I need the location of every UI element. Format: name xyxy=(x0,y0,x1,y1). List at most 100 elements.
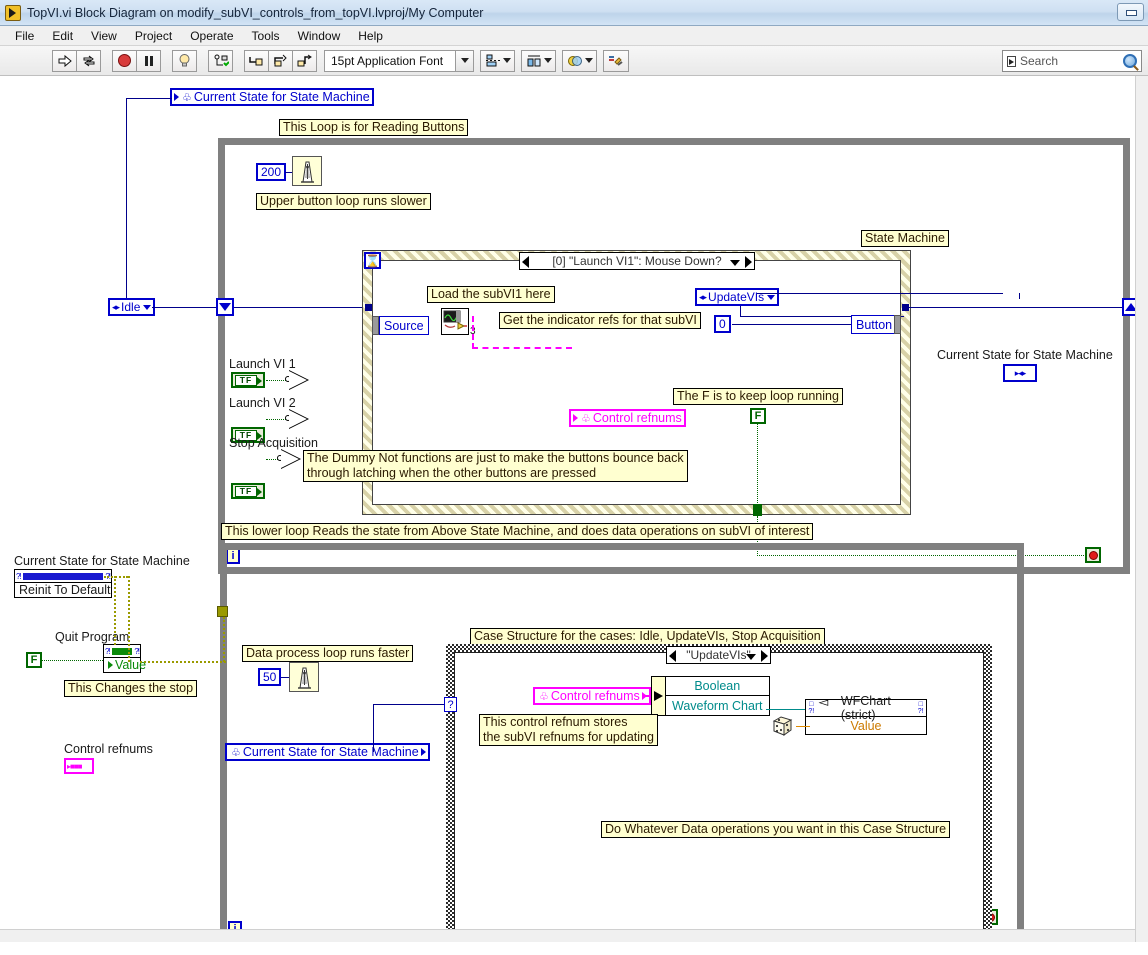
chevron-down-icon xyxy=(543,58,552,63)
pause-button[interactable] xyxy=(136,49,161,72)
distribute-objects-button[interactable] xyxy=(521,49,556,72)
boolean-constant-false-top[interactable]: F xyxy=(750,408,766,424)
open-vi-reference-subvi-icon[interactable] xyxy=(441,308,469,335)
menu-view[interactable]: View xyxy=(82,27,126,45)
horizontal-scrollbar[interactable] xyxy=(0,929,1135,942)
menu-help[interactable]: Help xyxy=(349,27,392,45)
control-refnum-terminal-icon: ▸■■■ xyxy=(67,761,82,771)
property-node-refnum-icon: ?! xyxy=(16,571,22,581)
restore-window-button[interactable] xyxy=(1117,3,1144,21)
highlight-execution-button[interactable] xyxy=(172,49,197,72)
menu-tools[interactable]: Tools xyxy=(243,27,289,45)
search-input-text[interactable]: Search xyxy=(1020,54,1123,68)
unbundle-by-name[interactable]: Boolean Waveform Chart xyxy=(651,676,770,716)
wait-constant-lower[interactable]: 50 xyxy=(258,668,282,686)
home-glyph-icon: ♧ xyxy=(182,91,192,104)
menu-edit[interactable]: Edit xyxy=(43,27,82,45)
tunnel-lower-loop-left xyxy=(217,606,228,617)
menu-file[interactable]: File xyxy=(6,27,43,45)
shared-variable-current-state-lower[interactable]: ♧ Current State for State Machine xyxy=(225,743,430,761)
wait-constant-top[interactable]: 200 xyxy=(256,163,287,181)
enum-indicator-icon: ▸◂▸ xyxy=(1014,367,1027,378)
enum-arrows-icon: ◂▸ xyxy=(112,301,120,312)
wfchart-link-icon: ◅— xyxy=(818,694,832,723)
search-scope-icon xyxy=(1007,55,1016,67)
run-continuously-button[interactable] xyxy=(76,49,101,72)
clean-up-diagram-button[interactable] xyxy=(603,49,629,72)
wire-random-to-value xyxy=(796,726,810,727)
step-out-button[interactable] xyxy=(292,49,317,72)
numeric-constant-zero[interactable]: 0 xyxy=(714,315,731,333)
property-node-wfchart[interactable]: □?! ◅— WFChart (strict) □?! Value xyxy=(805,694,927,735)
chevron-down-icon[interactable] xyxy=(730,260,740,266)
property-node-quit-program-value[interactable]: ?! ?! Value xyxy=(103,644,146,673)
label-current-state-right: Current State for State Machine xyxy=(937,348,1113,362)
reorder-objects-button[interactable] xyxy=(562,49,597,72)
property-node-refnum-icon: ?! xyxy=(134,646,140,656)
font-selector[interactable]: 15pt Application Font xyxy=(324,49,474,72)
next-case-arrow-icon[interactable] xyxy=(745,256,752,268)
event-terminal-bar-source xyxy=(372,316,379,335)
wire-false-to-tunnel-v xyxy=(757,424,758,505)
block-diagram-canvas[interactable]: ♧ Current State for State Machine This L… xyxy=(0,76,1148,942)
step-into-button[interactable] xyxy=(244,49,269,72)
enum-constant-updatevis[interactable]: ◂▸ UpdateVIs xyxy=(695,288,780,306)
loop-stop-terminal-top[interactable] xyxy=(1085,547,1101,563)
search-icon[interactable] xyxy=(1123,54,1137,68)
menu-project[interactable]: Project xyxy=(126,27,181,45)
property-node-reinit-to-default[interactable]: ?! ?! Reinit To Default xyxy=(14,569,112,598)
align-objects-button[interactable] xyxy=(480,49,515,72)
property-node-bar xyxy=(22,572,104,580)
run-button[interactable] xyxy=(52,49,77,72)
not-gate-launch-vi1[interactable] xyxy=(285,370,313,390)
enum-constant-idle[interactable]: ◂▸ Idle xyxy=(108,298,156,316)
wire-zero-to-button xyxy=(732,324,851,325)
wire-olive-branch-v xyxy=(128,576,130,662)
local-variable-current-state-top[interactable]: ♧ Current State for State Machine xyxy=(170,88,374,106)
previous-case-arrow-icon[interactable] xyxy=(669,650,676,662)
comment-get-indicator-refs: Get the indicator refs for that subVI xyxy=(499,312,701,329)
event-timeout-terminal[interactable]: ⌛ xyxy=(364,252,381,269)
boolean-constant-false-lower[interactable]: F xyxy=(26,652,42,668)
shared-variable-control-refnums-top[interactable]: ♧ Control refnums xyxy=(569,409,686,427)
indicator-current-state-right[interactable]: ▸◂▸ xyxy=(1003,364,1037,382)
label-stop-acquisition: Stop Acquisition xyxy=(229,436,318,450)
enum-arrows-icon: ◂▸ xyxy=(699,291,707,302)
vertical-scrollbar[interactable] xyxy=(1135,76,1148,942)
shift-register-left-top[interactable] xyxy=(216,298,234,316)
chevron-down-icon[interactable] xyxy=(746,654,756,660)
menu-operate[interactable]: Operate xyxy=(181,27,242,45)
terminal-arrow-icon xyxy=(257,488,262,496)
unbundle-row-waveform-chart[interactable]: Waveform Chart xyxy=(666,696,769,715)
refnum-corner-icon: □?! xyxy=(808,701,815,715)
comment-changes-stop: This Changes the stop xyxy=(64,680,198,697)
retain-wire-values-button[interactable] xyxy=(208,49,233,72)
metronome-wait-ms-icon-top[interactable] xyxy=(292,156,322,186)
random-number-dice-icon[interactable] xyxy=(770,712,796,736)
control-refnum-terminal[interactable]: ▸■■■ xyxy=(64,758,94,774)
case-selector[interactable]: "UpdateVIs" xyxy=(666,646,771,664)
unbundle-row-boolean[interactable]: Boolean xyxy=(666,677,769,696)
case-selector-terminal[interactable]: ? xyxy=(444,697,457,712)
search-input[interactable]: Search xyxy=(1002,50,1142,72)
toolbar[interactable]: 15pt Application Font Search xyxy=(0,46,1148,76)
event-case-selector[interactable]: [0] "Launch VI1": Mouse Down? xyxy=(519,252,755,270)
chevron-down-icon[interactable] xyxy=(455,50,473,71)
property-node-row-reinit[interactable]: Reinit To Default xyxy=(15,583,111,597)
tunnel-stop-bottom xyxy=(753,504,762,516)
shared-variable-control-refnums-case[interactable]: ♧ Control refnums xyxy=(533,687,651,705)
window-controls[interactable] xyxy=(1117,3,1144,21)
menubar[interactable]: File Edit View Project Operate Tools Win… xyxy=(0,26,1148,46)
property-node-row-value[interactable]: Value xyxy=(104,658,146,672)
not-gate-stop-acquisition[interactable] xyxy=(277,449,305,469)
menu-window[interactable]: Window xyxy=(289,27,350,45)
abort-execution-button[interactable] xyxy=(112,49,137,72)
metronome-wait-ms-icon-lower[interactable] xyxy=(289,662,319,692)
next-case-arrow-icon[interactable] xyxy=(761,650,768,662)
boolean-terminal-stop-acquisition[interactable]: TF xyxy=(231,483,265,499)
previous-case-arrow-icon[interactable] xyxy=(522,256,529,268)
boolean-terminal-launch-vi1[interactable]: TF xyxy=(231,372,265,388)
not-gate-launch-vi2[interactable] xyxy=(285,409,313,429)
comment-case-structure: Case Structure for the cases: Idle, Upda… xyxy=(470,628,825,645)
step-over-button[interactable] xyxy=(268,49,293,72)
